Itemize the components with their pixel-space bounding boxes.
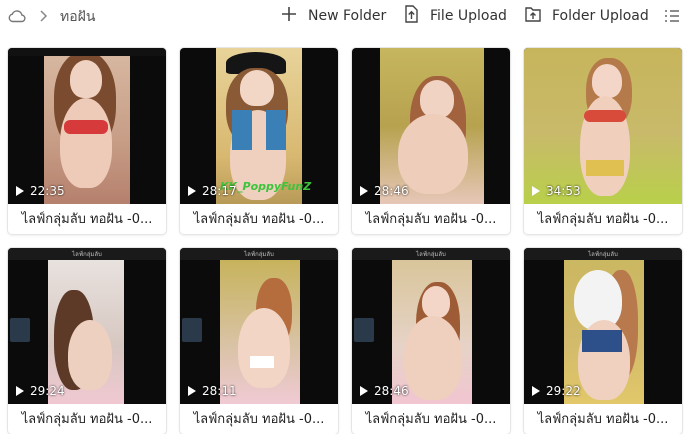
video-thumbnail[interactable]: ไลฟ์กลุ่มลับ 28:11 <box>180 248 338 404</box>
video-duration: 29:24 <box>16 384 65 398</box>
video-duration: 28:46 <box>360 184 409 198</box>
video-thumbnail[interactable]: ไลฟ์กลุ่มลับ 29:22 <box>524 248 682 404</box>
folder-upload-icon <box>524 5 542 27</box>
file-upload-icon <box>403 5 419 27</box>
new-folder-label: New Folder <box>308 8 387 24</box>
video-thumbnail[interactable]: 34:53 <box>524 48 682 204</box>
play-icon <box>16 186 24 196</box>
video-duration: 28:11 <box>188 384 237 398</box>
play-icon <box>16 386 24 396</box>
new-folder-button[interactable]: New Folder <box>281 0 386 32</box>
video-card[interactable]: ไลฟ์กลุ่มลับ 29:24 ไลฟ์กลุ่มลับ ทอฝัน -0… <box>8 248 166 434</box>
video-thumbnail[interactable]: 28:46 <box>352 48 510 204</box>
toolbar: ทอฝัน New Folder File Upload Folder Uplo… <box>0 0 684 32</box>
video-title[interactable]: ไลฟ์กลุ่มลับ ทอฝัน -0... <box>352 206 510 234</box>
video-title[interactable]: ไลฟ์กลุ่มลับ ทอฝัน -0... <box>180 406 338 434</box>
video-title[interactable]: ไลฟ์กลุ่มลับ ทอฝัน -0... <box>524 406 682 434</box>
play-icon <box>188 386 196 396</box>
breadcrumb-current[interactable]: ทอฝัน <box>60 6 95 28</box>
video-duration: 34:53 <box>532 184 581 198</box>
video-card[interactable]: ไลฟ์กลุ่มลับ 28:11 ไลฟ์กลุ่มลับ ทอฝัน -0… <box>180 248 338 434</box>
video-card[interactable]: 34:53 ไลฟ์กลุ่มลับ ทอฝัน -0... <box>524 48 682 234</box>
video-duration: 28:46 <box>360 384 409 398</box>
video-thumbnail[interactable]: 22:35 <box>8 48 166 204</box>
video-duration: 22:35 <box>16 184 65 198</box>
folder-upload-label: Folder Upload <box>552 8 649 24</box>
video-thumbnail[interactable]: ไลฟ์กลุ่มลับ 29:24 <box>8 248 166 404</box>
folder-upload-button[interactable]: Folder Upload <box>524 0 649 32</box>
video-title[interactable]: ไลฟ์กลุ่มลับ ทอฝัน -0... <box>8 206 166 234</box>
chevron-right-icon <box>38 8 48 27</box>
play-icon <box>360 386 368 396</box>
plus-icon <box>281 6 297 26</box>
video-card[interactable]: ไลฟ์กลุ่มลับ 29:22 ไลฟ์กลุ่มลับ ทอฝัน -0… <box>524 248 682 434</box>
video-duration: 28:17 <box>188 184 237 198</box>
video-duration: 29:22 <box>532 384 581 398</box>
video-title[interactable]: ไลฟ์กลุ่มลับ ทอฝัน -0... <box>8 406 166 434</box>
play-icon <box>360 186 368 196</box>
video-card[interactable]: 28:46 ไลฟ์กลุ่มลับ ทอฝัน -0... <box>352 48 510 234</box>
video-thumbnail[interactable]: ไลฟ์กลุ่มลับ 28:46 <box>352 248 510 404</box>
video-title[interactable]: ไลฟ์กลุ่มลับ ทอฝัน -0... <box>524 206 682 234</box>
video-card[interactable]: KK_PoppyFunZ 28:17 ไลฟ์กลุ่มลับ ทอฝัน -0… <box>180 48 338 234</box>
file-upload-button[interactable]: File Upload <box>403 0 507 32</box>
play-icon <box>532 186 540 196</box>
cloud-icon[interactable] <box>8 8 26 27</box>
video-title[interactable]: ไลฟ์กลุ่มลับ ทอฝัน -0... <box>352 406 510 434</box>
file-upload-label: File Upload <box>430 8 507 24</box>
play-icon <box>188 186 196 196</box>
video-card[interactable]: ไลฟ์กลุ่มลับ 28:46 ไลฟ์กลุ่มลับ ทอฝัน -0… <box>352 248 510 434</box>
list-view-icon[interactable] <box>664 8 680 28</box>
play-icon <box>532 386 540 396</box>
video-thumbnail[interactable]: KK_PoppyFunZ 28:17 <box>180 48 338 204</box>
video-title[interactable]: ไลฟ์กลุ่มลับ ทอฝัน -0... <box>180 206 338 234</box>
video-card[interactable]: 22:35 ไลฟ์กลุ่มลับ ทอฝัน -0... <box>8 48 166 234</box>
